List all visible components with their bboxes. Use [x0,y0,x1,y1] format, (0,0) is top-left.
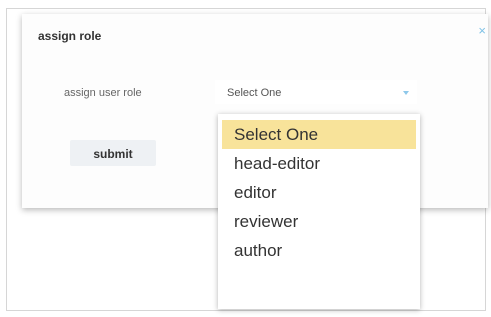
option-head-editor[interactable]: head-editor [222,149,416,178]
close-icon[interactable]: × [478,24,486,37]
chevron-down-icon [403,91,409,95]
submit-button[interactable]: submit [70,140,156,166]
assign-user-role-label: assign user role [64,87,142,99]
option-select-one[interactable]: Select One [222,120,416,149]
option-editor[interactable]: editor [222,178,416,207]
modal-title: assign role [38,29,102,43]
role-dropdown-menu: Select One head-editor editor reviewer a… [218,114,420,309]
role-select[interactable]: Select One [215,80,417,104]
select-value: Select One [227,87,282,99]
option-author[interactable]: author [222,236,416,265]
option-reviewer[interactable]: reviewer [222,207,416,236]
